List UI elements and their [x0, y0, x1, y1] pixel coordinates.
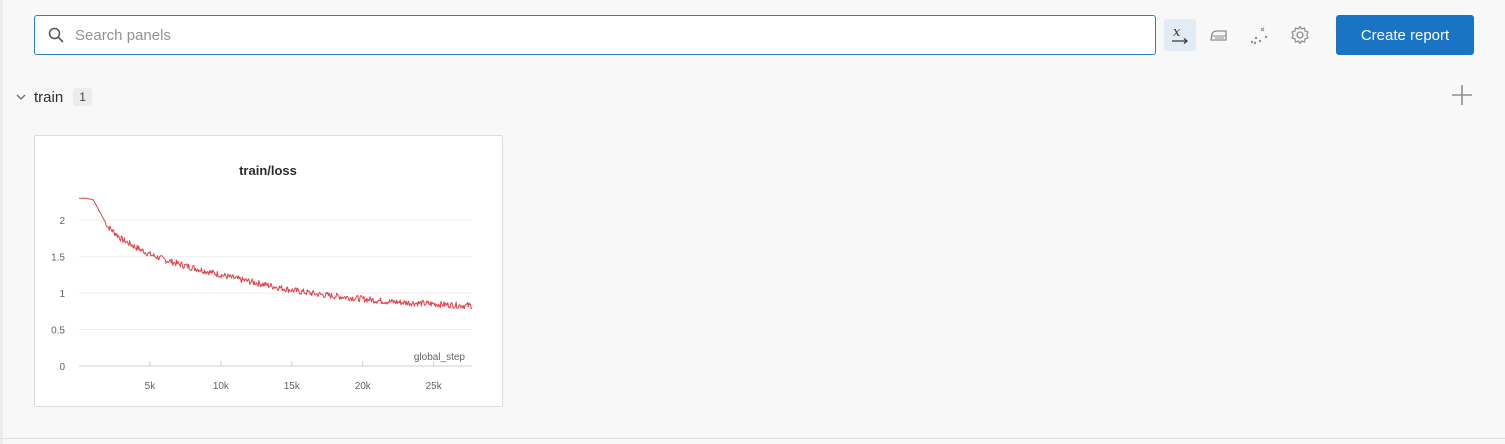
- y-axis-ticks: 0 0.5 1 1.5 2: [51, 216, 65, 373]
- panels-workspace: x Create report tr: [0, 0, 1505, 444]
- gear-icon: [1291, 25, 1309, 45]
- scatter-icon: [1250, 27, 1268, 45]
- x-tick-label: 15k: [284, 381, 301, 392]
- svg-text:x: x: [1173, 25, 1181, 40]
- x-tick-label: 25k: [426, 381, 443, 392]
- y-tick-label: 0: [59, 362, 65, 373]
- x-axis-button[interactable]: x: [1164, 19, 1196, 51]
- left-divider: [0, 0, 3, 444]
- iron-icon: [1210, 30, 1227, 41]
- add-panel-icon[interactable]: [1450, 83, 1474, 107]
- x-axis-icon: x: [1172, 25, 1188, 44]
- x-tick-label: 10k: [213, 381, 230, 392]
- settings-button[interactable]: [1284, 19, 1316, 51]
- bottom-divider: [0, 438, 1505, 439]
- chart-series: [79, 197, 473, 310]
- search-icon: [48, 27, 64, 43]
- line-chart: train/loss 0 0.5 1 1.5 2 5k 10k 15k 20k 25k glob…: [51, 163, 473, 392]
- panel-count-badge: 1: [73, 88, 92, 106]
- create-report-button[interactable]: Create report: [1336, 15, 1474, 55]
- y-tick-label: 1.5: [51, 253, 65, 264]
- search-input[interactable]: [75, 16, 1145, 54]
- chart-title: train/loss: [239, 163, 297, 178]
- y-tick-label: 0.5: [51, 326, 65, 337]
- outliers-button[interactable]: [1243, 19, 1275, 51]
- smoothing-button[interactable]: [1203, 19, 1235, 51]
- section-title: train: [34, 88, 64, 106]
- y-tick-label: 1: [59, 289, 65, 300]
- chart-panel-train-loss[interactable]: train/loss 0 0.5 1 1.5 2 5k 10k 15k 20k 25k glob…: [34, 135, 503, 407]
- chart-grid: [79, 219, 472, 367]
- section-header-train[interactable]: train 1: [14, 84, 92, 110]
- y-tick-label: 2: [59, 216, 65, 227]
- search-panels-box[interactable]: [34, 15, 1156, 55]
- chevron-down-icon[interactable]: [14, 90, 28, 104]
- x-axis-label: global_step: [414, 352, 466, 363]
- x-tick-label: 5k: [145, 381, 157, 392]
- x-tick-label: 20k: [355, 381, 372, 392]
- series-line: [79, 197, 473, 310]
